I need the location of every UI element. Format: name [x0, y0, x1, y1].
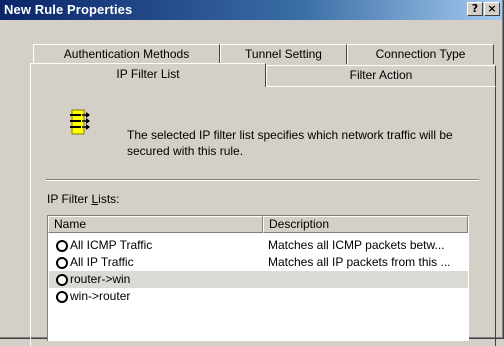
separator [46, 179, 479, 181]
close-icon: × [487, 2, 497, 15]
window-title: New Rule Properties [4, 2, 133, 17]
radio-button[interactable] [56, 291, 68, 303]
tab-label: Tunnel Setting [245, 47, 322, 61]
help-icon: ? [471, 2, 479, 15]
column-header-name[interactable]: Name [48, 216, 263, 233]
radio-button[interactable] [56, 257, 68, 269]
ip-filter-list-view[interactable]: Name Description All ICMP Traffic Matche… [47, 215, 469, 341]
tab-authentication-methods[interactable]: Authentication Methods [33, 44, 220, 64]
label-suffix: ists: [98, 192, 120, 206]
tab-label: Authentication Methods [63, 47, 190, 61]
filter-list-icon [70, 109, 90, 135]
table-row[interactable]: All ICMP Traffic Matches all ICMP packet… [49, 237, 468, 254]
row-name: router->win [70, 272, 131, 286]
tab-label: Filter Action [349, 68, 413, 82]
tab-tunnel-setting[interactable]: Tunnel Setting [220, 44, 347, 64]
table-row-selected[interactable]: router->win [49, 271, 468, 288]
tab-connection-type[interactable]: Connection Type [347, 44, 494, 64]
row-name: win->router [70, 289, 131, 303]
radio-button[interactable] [56, 274, 68, 286]
column-header-label: Name [54, 217, 87, 231]
table-row[interactable]: All IP Traffic Matches all IP packets fr… [49, 254, 468, 271]
column-header-label: Description [269, 217, 330, 231]
close-button[interactable]: × [484, 2, 500, 16]
title-bar[interactable]: New Rule Properties ? × [0, 0, 502, 20]
row-description: Matches all IP packets from this ... [268, 255, 451, 269]
tab-label: Connection Type [375, 47, 466, 61]
rule-description: The selected IP filter list specifies wh… [127, 128, 453, 158]
tab-label: IP Filter List [116, 67, 180, 81]
table-row[interactable]: win->router [49, 288, 468, 305]
row-name: All ICMP Traffic [70, 238, 153, 252]
ip-filter-lists-label: IP Filter Lists: [47, 192, 120, 206]
properties-dialog: New Rule Properties ? × Authentication M… [0, 0, 504, 346]
tab-ip-filter-list[interactable]: IP Filter List [30, 63, 266, 87]
label-prefix: IP Filter [47, 192, 92, 206]
tab-filter-action[interactable]: Filter Action [266, 65, 496, 86]
row-name: All IP Traffic [70, 255, 134, 269]
radio-button[interactable] [56, 240, 68, 252]
column-header-description[interactable]: Description [263, 216, 468, 233]
help-button[interactable]: ? [467, 2, 483, 16]
row-description: Matches all ICMP packets betw... [268, 238, 445, 252]
